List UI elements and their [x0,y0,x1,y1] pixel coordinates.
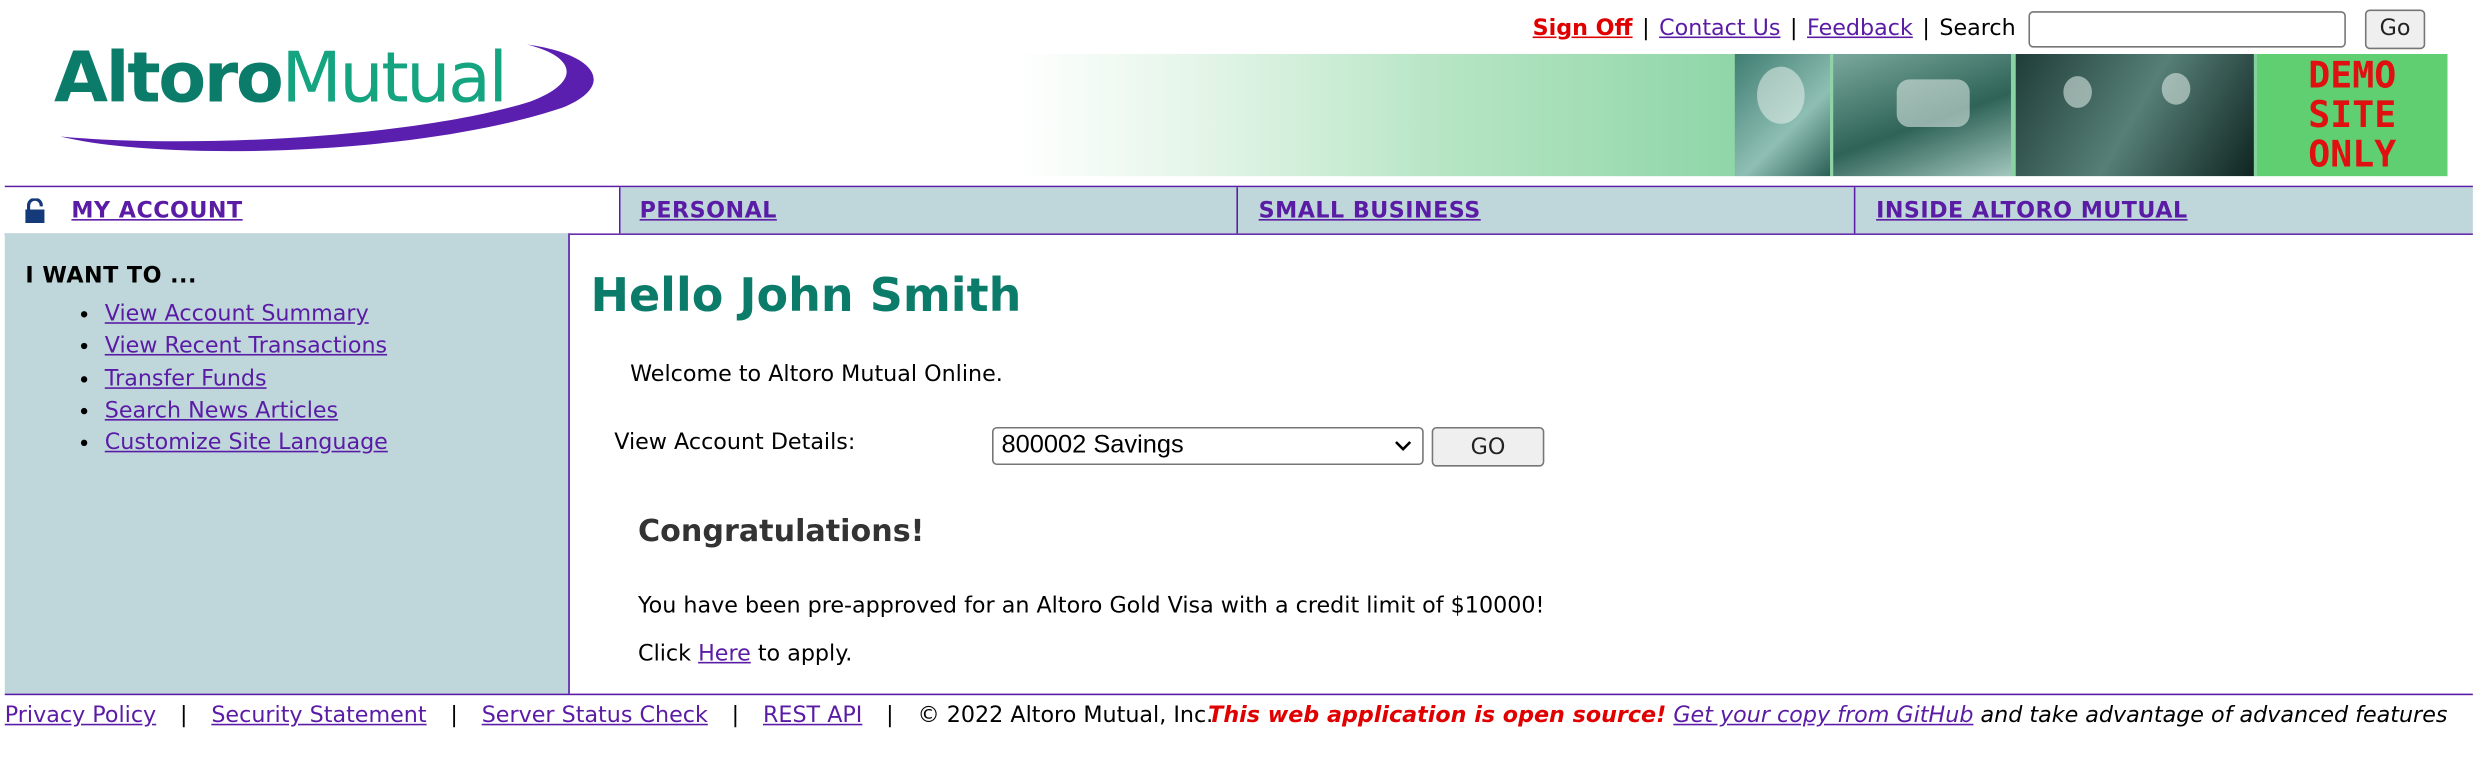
copyright: © 2022 Altoro Mutual, Inc. [917,703,1214,729]
banner-photo-meeting [2015,53,2254,177]
view-account-summary-link[interactable]: View Account Summary [105,302,369,327]
feedback-link[interactable]: Feedback [1807,16,1913,41]
header-banner: DEMO SITE ONLY [1015,53,2448,177]
tab-small-business-link[interactable]: SMALL BUSINESS [1259,198,1481,223]
contact-us-link[interactable]: Contact Us [1659,16,1780,41]
server-status-check-link[interactable]: Server Status Check [482,703,708,728]
security-statement-link[interactable]: Security Statement [211,703,426,728]
footer: Privacy Policy | Security Statement | Se… [4,693,2473,743]
banner-photo-woman [1734,53,1831,177]
main-content: Hello John Smith Welcome to Altoro Mutua… [571,233,2472,693]
demo-site-badge: DEMO SITE ONLY [2256,53,2448,177]
demo-line: SITE [2308,95,2397,137]
github-link[interactable]: Get your copy from GitHub [1673,703,1973,728]
tab-personal-link[interactable]: PERSONAL [640,198,777,223]
chevron-down-icon [1395,441,1412,451]
sidebar-item-view-recent-transactions: View Recent Transactions [105,331,388,363]
separator: | [450,703,458,729]
banner-photo-card [1833,53,2011,177]
transfer-funds-link[interactable]: Transfer Funds [105,366,267,391]
logo-text: AltoroMutual [53,38,508,120]
page-title: Hello John Smith [590,268,1022,323]
apply-prefix: Click [638,641,692,667]
view-recent-transactions-link[interactable]: View Recent Transactions [105,334,387,359]
search-input[interactable] [2028,10,2346,47]
sidebar-item-search-news-articles: Search News Articles [105,395,388,427]
search-go-button[interactable]: Go [2364,8,2426,49]
sidebar-item-transfer-funds: Transfer Funds [105,363,388,395]
apply-suffix: to apply. [757,641,853,667]
customize-site-language-link[interactable]: Customize Site Language [105,430,388,455]
github-suffix: and take advantage of advanced features [1980,703,2448,729]
open-source-text: This web application is open source! [1208,703,1667,729]
tab-small-business[interactable]: SMALL BUSINESS [1238,187,1856,234]
sidebar: I WANT TO ... View Account Summary View … [4,233,570,694]
demo-line: ONLY [2308,134,2397,177]
offer-text: You have been pre-approved for an Altoro… [638,593,1545,620]
account-go-button[interactable]: GO [1431,426,1545,467]
search-news-articles-link[interactable]: Search News Articles [105,398,338,423]
demo-line: DEMO [2308,55,2397,97]
apply-text: Click Here to apply. [638,641,852,666]
separator: | [731,703,740,729]
sidebar-item-view-account-summary: View Account Summary [105,298,388,330]
privacy-policy-link[interactable]: Privacy Policy [5,703,156,728]
separator: | [1642,15,1650,42]
lock-icon [25,197,45,223]
open-source-notice: This web application is open source! Get… [1208,703,2447,728]
tab-inside-altoro-mutual[interactable]: INSIDE ALTORO MUTUAL [1855,187,2473,234]
sidebar-list: View Account Summary View Recent Transac… [5,298,388,459]
tab-personal[interactable]: PERSONAL [620,187,1239,234]
rest-api-link[interactable]: REST API [763,703,862,728]
search-label: Search [1939,15,2016,42]
sidebar-heading: I WANT TO ... [25,263,197,289]
separator: | [180,703,188,729]
altoro-mutual-logo[interactable]: AltoroMutual [22,38,597,152]
tab-inside-altoro-mutual-link[interactable]: INSIDE ALTORO MUTUAL [1876,198,2188,223]
sign-off-link[interactable]: Sign Off [1533,16,1633,41]
account-select-value: 800002 Savings [1001,431,1184,459]
separator: | [1922,15,1930,42]
tab-my-account[interactable]: MY ACCOUNT [4,187,621,234]
welcome-text: Welcome to Altoro Mutual Online. [630,361,1003,388]
separator: | [886,703,894,729]
tab-my-account-link[interactable]: MY ACCOUNT [71,198,242,223]
sidebar-item-customize-site-language: Customize Site Language [105,427,388,459]
footer-links: Privacy Policy | Security Statement | Se… [5,703,1214,728]
apply-here-link[interactable]: Here [698,641,751,666]
main-nav: MY ACCOUNT PERSONAL SMALL BUSINESS INSID… [4,185,2473,235]
separator: | [1790,15,1798,42]
top-links: Sign Off | Contact Us | Feedback | Searc… [1533,8,2426,49]
congrats-heading: Congratulations! [638,514,925,550]
account-select[interactable]: 800002 Savings [992,426,1424,466]
account-details-label: View Account Details: [614,430,856,456]
